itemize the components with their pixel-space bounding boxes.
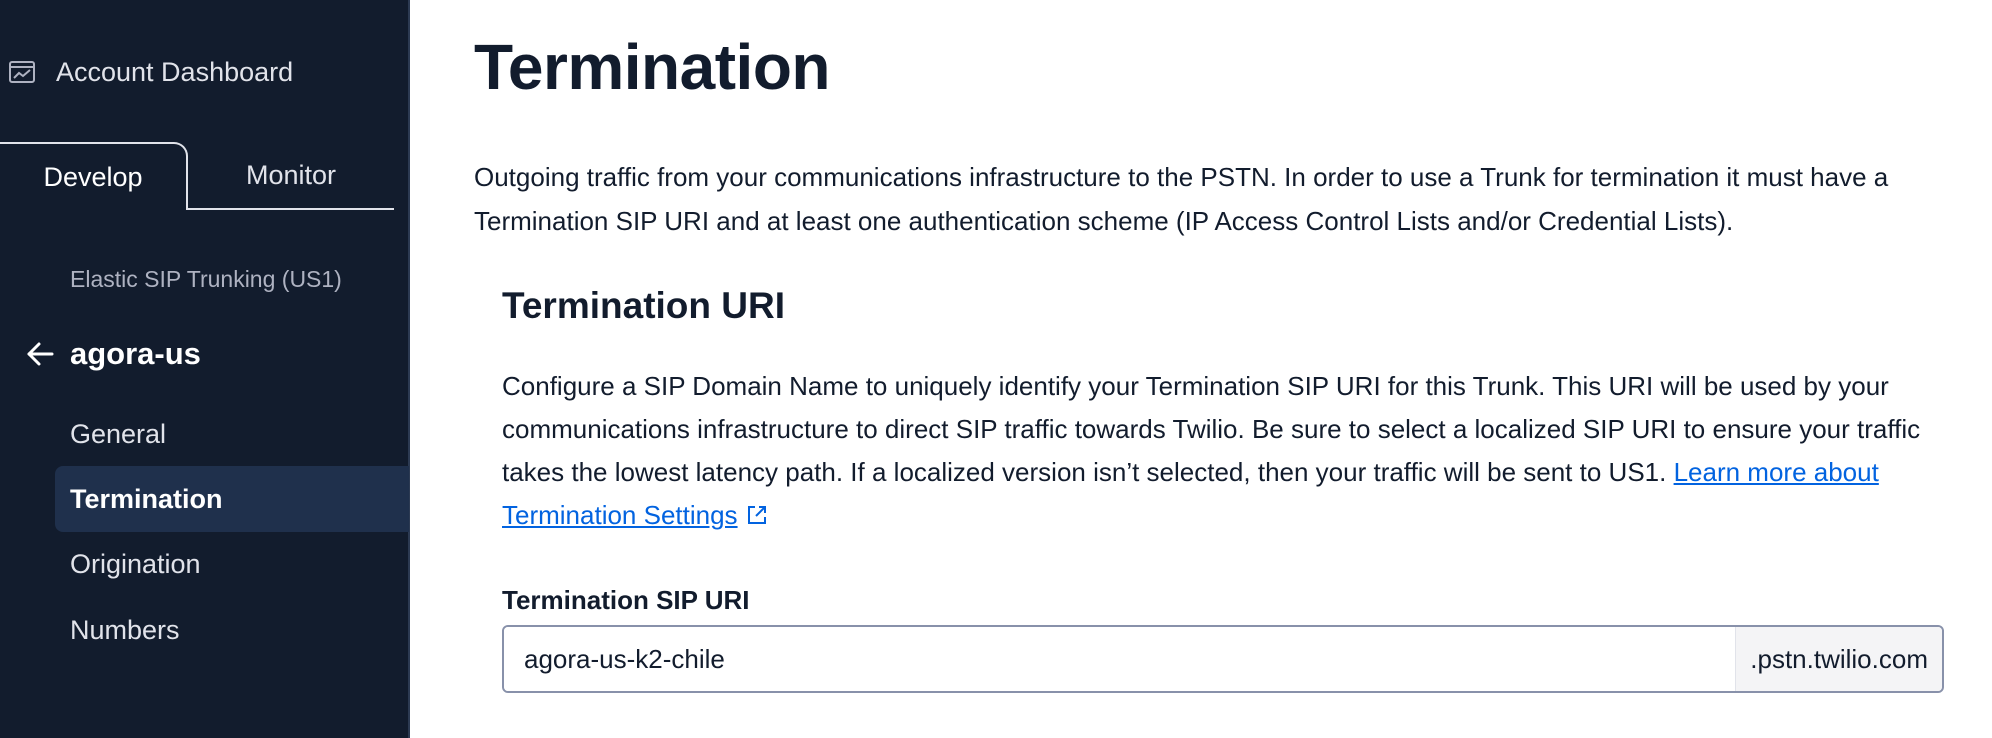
service-label: Elastic SIP Trunking (US1) <box>70 266 342 292</box>
tab-monitor[interactable]: Monitor <box>188 142 394 210</box>
sidebar-item-termination[interactable]: Termination <box>55 466 409 532</box>
account-dashboard-label: Account Dashboard <box>56 56 294 87</box>
app: Account Dashboard Develop Monitor Elasti… <box>0 0 1992 738</box>
sidebar-item-numbers[interactable]: Numbers <box>55 597 409 663</box>
intro-text: Outgoing traffic from your communication… <box>474 162 1889 236</box>
termination-sip-uri-input[interactable] <box>504 627 1736 691</box>
page-title: Termination <box>474 31 831 103</box>
sidebar-item-origination[interactable]: Origination <box>55 531 409 597</box>
external-link-icon[interactable] <box>746 504 768 526</box>
section-title: Termination URI <box>502 285 785 326</box>
section-description: Configure a SIP Domain Name to uniquely … <box>502 365 1954 537</box>
arrow-left-icon[interactable] <box>24 338 56 370</box>
termination-uri-section: Termination URI Configure a SIP Domain N… <box>502 285 1954 693</box>
termination-sip-uri-label: Termination SIP URI <box>502 585 750 615</box>
back-to-trunks[interactable]: agora-us <box>24 336 201 372</box>
sip-uri-suffix: .pstn.twilio.com <box>1735 627 1942 691</box>
trunk-name: agora-us <box>70 336 201 371</box>
sidebar: Account Dashboard Develop Monitor Elasti… <box>0 0 410 738</box>
sidebar-tabs: Develop Monitor <box>0 142 394 210</box>
chart-window-icon <box>8 58 36 86</box>
termination-sip-uri-group: .pstn.twilio.com <box>502 625 1944 693</box>
tab-develop[interactable]: Develop <box>0 142 188 210</box>
account-dashboard-link[interactable]: Account Dashboard <box>8 52 293 92</box>
sidebar-item-general[interactable]: General <box>55 401 409 467</box>
